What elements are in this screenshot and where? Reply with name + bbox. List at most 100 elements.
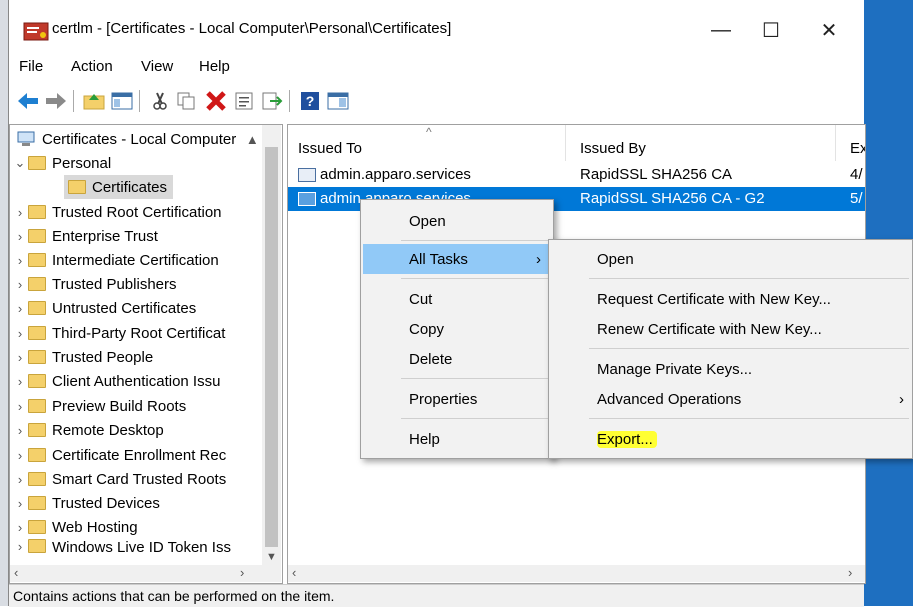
certificate-icon bbox=[298, 168, 316, 183]
properties-icon[interactable] bbox=[231, 88, 257, 114]
ctx-properties[interactable]: Properties bbox=[361, 384, 553, 414]
tree-root[interactable]: Certificates - Local Computer ▲ bbox=[16, 127, 260, 151]
chevron-right-icon[interactable]: › bbox=[12, 350, 28, 365]
tree-item-third-party-root[interactable]: › Third-Party Root Certificat bbox=[12, 321, 226, 345]
menu-file[interactable]: File bbox=[19, 58, 43, 75]
tree-item-label: Trusted Publishers bbox=[52, 275, 177, 293]
ctx-delete[interactable]: Delete bbox=[361, 344, 553, 374]
menu-view[interactable]: View bbox=[141, 58, 173, 75]
chevron-right-icon[interactable]: › bbox=[12, 253, 28, 268]
tree-item-enrollment[interactable]: › Certificate Enrollment Rec bbox=[12, 443, 226, 467]
chevron-right-icon[interactable]: › bbox=[12, 496, 28, 511]
tree-horizontal-scrollbar[interactable]: ‹ › bbox=[10, 565, 281, 582]
tree-item-personal[interactable]: ⌄ Personal bbox=[12, 151, 112, 175]
delete-icon[interactable] bbox=[203, 88, 229, 114]
back-arrow-icon[interactable] bbox=[15, 88, 41, 114]
folder-icon bbox=[28, 472, 46, 486]
tree-item-web-hosting[interactable]: › Web Hosting bbox=[12, 515, 138, 539]
title-bar[interactable]: certlm - [Certificates - Local Computer\… bbox=[9, 0, 864, 44]
close-button[interactable]: ✕ bbox=[799, 12, 859, 48]
tree-item-label: Web Hosting bbox=[52, 518, 138, 536]
chevron-right-icon: › bbox=[899, 390, 904, 408]
ctx-copy[interactable]: Copy bbox=[361, 314, 553, 344]
toolbar: ? bbox=[9, 82, 864, 118]
sub-manage-private-keys[interactable]: Manage Private Keys... bbox=[549, 354, 912, 384]
sub-advanced-operations[interactable]: Advanced Operations › bbox=[549, 384, 912, 414]
tree-item-label: Windows Live ID Token Iss bbox=[52, 539, 231, 556]
chevron-right-icon[interactable]: › bbox=[12, 399, 28, 414]
scroll-right-icon[interactable]: › bbox=[848, 565, 852, 580]
tree-item-label: Enterprise Trust bbox=[52, 227, 158, 245]
scroll-down-icon[interactable]: ▼ bbox=[266, 551, 277, 563]
chevron-right-icon[interactable]: › bbox=[12, 229, 28, 244]
export-highlight: Export... bbox=[597, 430, 657, 448]
cut-icon[interactable] bbox=[147, 88, 173, 114]
folder-icon bbox=[28, 399, 46, 413]
chevron-right-icon[interactable]: › bbox=[12, 520, 28, 535]
tree-item-remote-desktop[interactable]: › Remote Desktop bbox=[12, 418, 164, 442]
chevron-down-icon[interactable]: ⌄ bbox=[12, 155, 28, 171]
tree-item-trusted-people[interactable]: › Trusted People bbox=[12, 345, 153, 369]
ctx-open[interactable]: Open bbox=[361, 206, 553, 236]
tree-scroll-thumb[interactable] bbox=[265, 147, 278, 547]
show-action-pane-icon[interactable] bbox=[325, 88, 351, 114]
tree-item-label: Third-Party Root Certificat bbox=[52, 324, 226, 342]
sub-open[interactable]: Open bbox=[549, 244, 912, 274]
console-tree: Certificates - Local Computer ▲ ⌄ Person… bbox=[9, 124, 283, 584]
ctx-cut[interactable]: Cut bbox=[361, 284, 553, 314]
tree-item-enterprise-trust[interactable]: › Enterprise Trust bbox=[12, 224, 158, 248]
tree-item-windows-live[interactable]: › Windows Live ID Token Iss bbox=[12, 539, 231, 559]
tree-item-client-auth[interactable]: › Client Authentication Issu bbox=[12, 369, 221, 393]
folder-icon bbox=[28, 448, 46, 462]
chevron-right-icon[interactable]: › bbox=[12, 277, 28, 292]
help-icon[interactable]: ? bbox=[297, 88, 323, 114]
chevron-right-icon[interactable]: › bbox=[12, 423, 28, 438]
certificate-app-icon bbox=[23, 22, 49, 41]
scroll-up-icon[interactable]: ▲ bbox=[244, 132, 260, 147]
menu-help[interactable]: Help bbox=[199, 58, 230, 75]
up-folder-icon[interactable] bbox=[81, 88, 107, 114]
show-hide-tree-icon[interactable] bbox=[109, 88, 135, 114]
tree-item-preview-build[interactable]: › Preview Build Roots bbox=[12, 394, 186, 418]
tree-vertical-scrollbar[interactable]: ▼ bbox=[262, 125, 281, 565]
scroll-left-icon[interactable]: ‹ bbox=[14, 565, 18, 580]
chevron-right-icon[interactable]: › bbox=[12, 448, 28, 463]
chevron-right-icon: › bbox=[536, 250, 541, 268]
chevron-right-icon[interactable]: › bbox=[12, 539, 28, 554]
chevron-right-icon[interactable]: › bbox=[12, 301, 28, 316]
tree-item-trusted-devices[interactable]: › Trusted Devices bbox=[12, 491, 160, 515]
tree-item-trusted-publishers[interactable]: › Trusted Publishers bbox=[12, 272, 177, 296]
computer-icon bbox=[17, 131, 35, 146]
menu-action[interactable]: Action bbox=[71, 58, 113, 75]
tree-item-intermediate[interactable]: › Intermediate Certification bbox=[12, 248, 219, 272]
column-issued-to[interactable]: Issued To ^ bbox=[288, 125, 566, 161]
scroll-right-icon[interactable]: › bbox=[240, 565, 244, 580]
maximize-button[interactable]: ☐ bbox=[741, 12, 801, 48]
table-row[interactable]: admin.apparo.services RapidSSL SHA256 CA… bbox=[288, 163, 865, 187]
context-menu: Open All Tasks › Cut Copy Delete Propert… bbox=[360, 199, 554, 459]
scroll-left-icon[interactable]: ‹ bbox=[292, 565, 296, 580]
chevron-right-icon[interactable]: › bbox=[12, 326, 28, 341]
ctx-all-tasks[interactable]: All Tasks › bbox=[363, 244, 551, 274]
column-expiration[interactable]: Ex bbox=[836, 125, 865, 161]
window-title: certlm - [Certificates - Local Computer\… bbox=[52, 20, 452, 37]
export-list-icon[interactable] bbox=[259, 88, 285, 114]
tree-item-label: Certificates bbox=[92, 178, 168, 196]
tree-item-trusted-root[interactable]: › Trusted Root Certification bbox=[12, 200, 222, 224]
column-issued-by[interactable]: Issued By bbox=[566, 125, 836, 161]
list-horizontal-scrollbar[interactable]: ‹ › bbox=[288, 565, 865, 582]
forward-arrow-icon[interactable] bbox=[43, 88, 69, 114]
copy-icon[interactable] bbox=[173, 88, 199, 114]
chevron-right-icon[interactable]: › bbox=[12, 205, 28, 220]
tree-item-certificates[interactable]: Certificates bbox=[64, 175, 174, 199]
tree-item-untrusted[interactable]: › Untrusted Certificates bbox=[12, 296, 196, 320]
chevron-right-icon[interactable]: › bbox=[12, 374, 28, 389]
sub-export[interactable]: Export... bbox=[549, 424, 912, 454]
sub-renew-new-key[interactable]: Renew Certificate with New Key... bbox=[549, 314, 912, 344]
menu-bar: File Action View Help bbox=[9, 52, 864, 80]
sub-request-new-key[interactable]: Request Certificate with New Key... bbox=[549, 284, 912, 314]
chevron-right-icon[interactable]: › bbox=[12, 472, 28, 487]
ctx-help[interactable]: Help bbox=[361, 424, 553, 454]
tree-item-label: Intermediate Certification bbox=[52, 251, 219, 269]
tree-item-smart-card[interactable]: › Smart Card Trusted Roots bbox=[12, 467, 226, 491]
